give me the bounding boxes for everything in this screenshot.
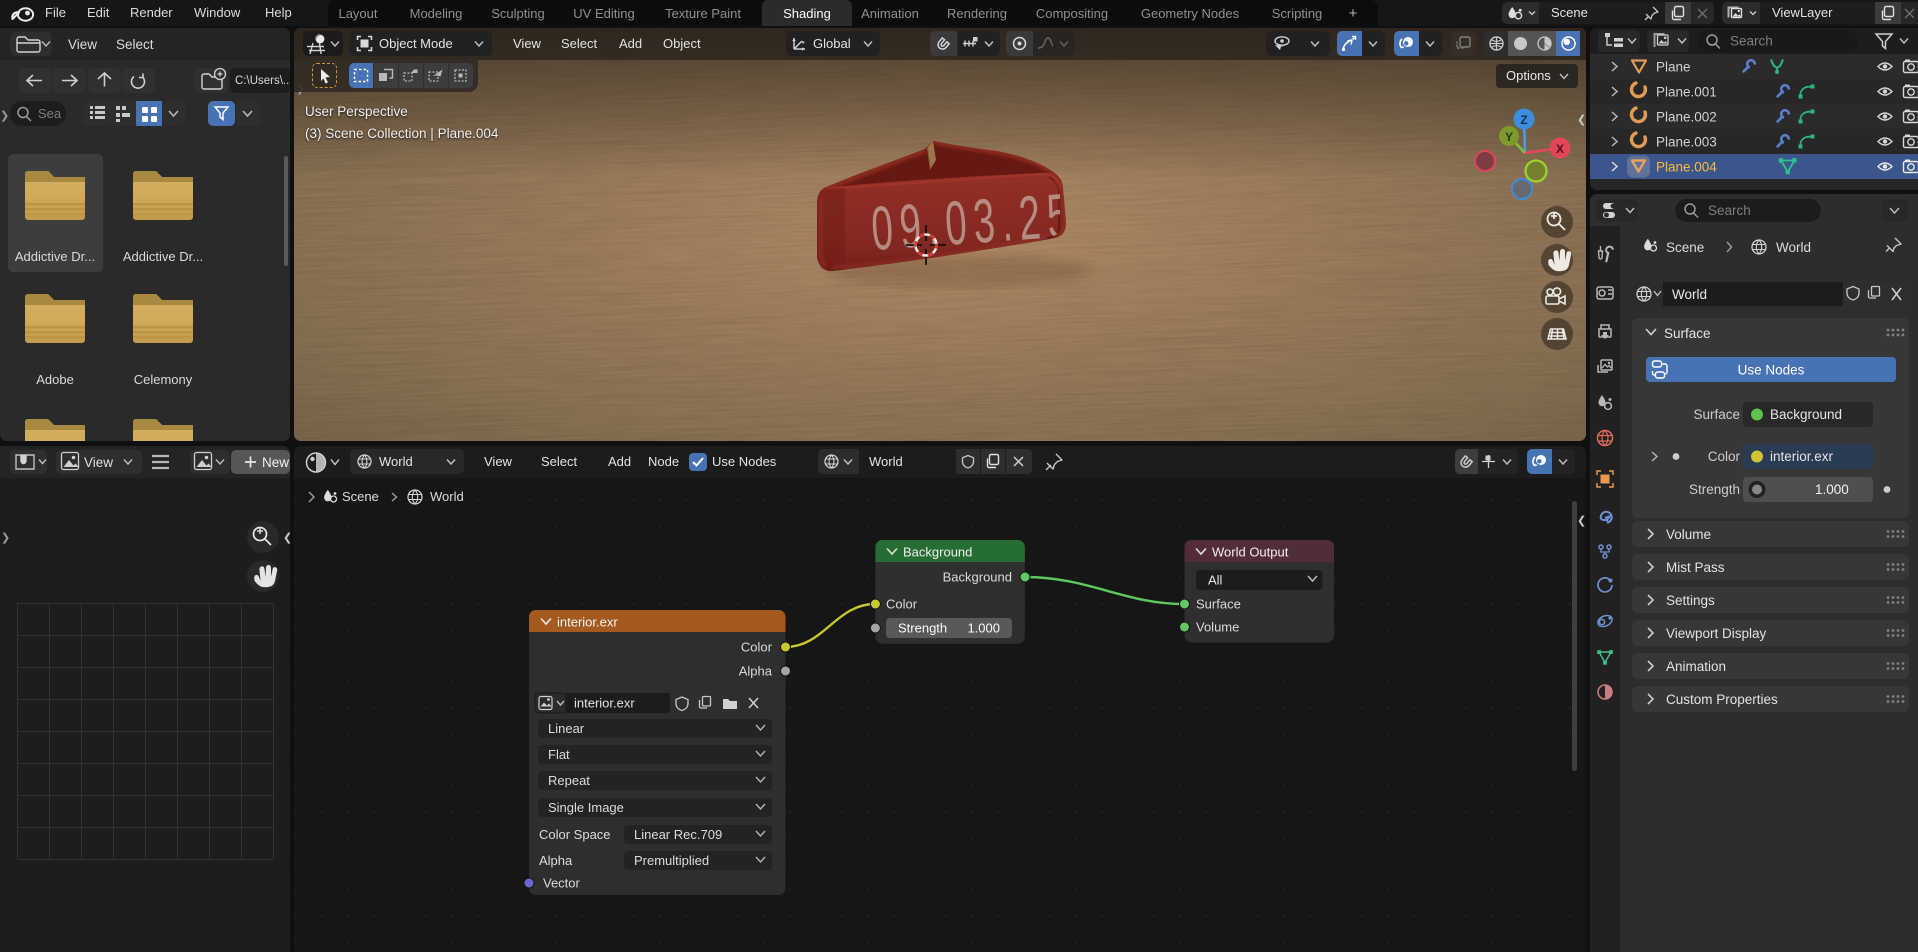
svg-text:Plane.002: Plane.002 xyxy=(1656,110,1717,125)
svg-text:Color Space: Color Space xyxy=(539,827,611,842)
svg-text:Background: Background xyxy=(943,570,1012,585)
svg-text:Viewport Display: Viewport Display xyxy=(1666,626,1767,641)
svg-text:C:\Users\...: C:\Users\... xyxy=(235,75,290,87)
svg-text:Scene: Scene xyxy=(1666,240,1704,255)
svg-text:Celemony: Celemony xyxy=(134,372,193,387)
svg-text:Surface: Surface xyxy=(1693,407,1740,422)
svg-text:Plane.003: Plane.003 xyxy=(1656,135,1717,150)
svg-text:Repeat: Repeat xyxy=(548,773,590,788)
svg-text:Addictive Dr...: Addictive Dr... xyxy=(15,249,95,264)
svg-text:Color: Color xyxy=(886,597,918,612)
svg-text:Strength: Strength xyxy=(1689,482,1740,497)
svg-text:Sea: Sea xyxy=(38,106,62,121)
svg-text:Premultiplied: Premultiplied xyxy=(634,853,709,868)
svg-text:Search: Search xyxy=(1730,34,1773,49)
svg-text:interior.exr: interior.exr xyxy=(574,696,635,711)
svg-text:❮: ❮ xyxy=(1577,515,1586,527)
svg-text:Volume: Volume xyxy=(1666,527,1711,542)
svg-text:Strength: Strength xyxy=(898,621,947,636)
svg-text:Alpha: Alpha xyxy=(739,664,773,679)
svg-text:Flat: Flat xyxy=(548,747,570,762)
svg-text:X: X xyxy=(1556,142,1564,156)
svg-text:❯: ❯ xyxy=(1,532,10,544)
svg-text:Adobe: Adobe xyxy=(36,372,74,387)
svg-text:New: New xyxy=(262,455,289,470)
svg-text:Surface: Surface xyxy=(1196,597,1241,612)
svg-text:Linear: Linear xyxy=(548,721,585,736)
svg-text:World Output: World Output xyxy=(1212,545,1289,560)
svg-text:Surface: Surface xyxy=(1664,326,1711,341)
svg-text:❯: ❯ xyxy=(0,110,9,122)
svg-text:Color: Color xyxy=(741,640,773,655)
svg-text:View: View xyxy=(68,37,97,52)
svg-text:❮: ❮ xyxy=(1577,114,1586,126)
svg-text:Mist Pass: Mist Pass xyxy=(1666,560,1725,575)
svg-text:1.000: 1.000 xyxy=(967,621,1000,636)
svg-text:Alpha: Alpha xyxy=(539,853,573,868)
svg-text:Search: Search xyxy=(1708,203,1751,218)
svg-text:Y: Y xyxy=(1505,130,1513,144)
svg-text:Volume: Volume xyxy=(1196,620,1239,635)
svg-text:All: All xyxy=(1208,573,1223,588)
svg-text:interior.exr: interior.exr xyxy=(557,615,618,630)
svg-text:Custom Properties: Custom Properties xyxy=(1666,692,1778,707)
svg-text:Plane.004: Plane.004 xyxy=(1656,160,1717,175)
svg-text:Vector: Vector xyxy=(543,876,581,891)
svg-text:interior.exr: interior.exr xyxy=(1770,449,1834,464)
svg-text:Animation: Animation xyxy=(1666,659,1726,674)
svg-text:Plane.001: Plane.001 xyxy=(1656,85,1717,100)
svg-text:View: View xyxy=(84,455,113,470)
svg-text:Z: Z xyxy=(1520,113,1527,127)
svg-text:Background: Background xyxy=(903,545,972,560)
svg-text:Select: Select xyxy=(116,37,154,52)
svg-text:Settings: Settings xyxy=(1666,593,1715,608)
svg-text:Background: Background xyxy=(1770,407,1842,422)
svg-text:World: World xyxy=(1672,287,1707,302)
svg-text:Color: Color xyxy=(1708,449,1741,464)
svg-text:World: World xyxy=(1776,240,1811,255)
svg-text:Use Nodes: Use Nodes xyxy=(1738,363,1805,378)
svg-text:1.000: 1.000 xyxy=(1815,482,1849,497)
svg-text:Single Image: Single Image xyxy=(548,800,624,815)
svg-text:❮: ❮ xyxy=(283,532,290,544)
svg-text:Addictive Dr...: Addictive Dr... xyxy=(123,249,203,264)
svg-text:Plane: Plane xyxy=(1656,60,1691,75)
svg-text:Linear Rec.709: Linear Rec.709 xyxy=(634,827,722,842)
